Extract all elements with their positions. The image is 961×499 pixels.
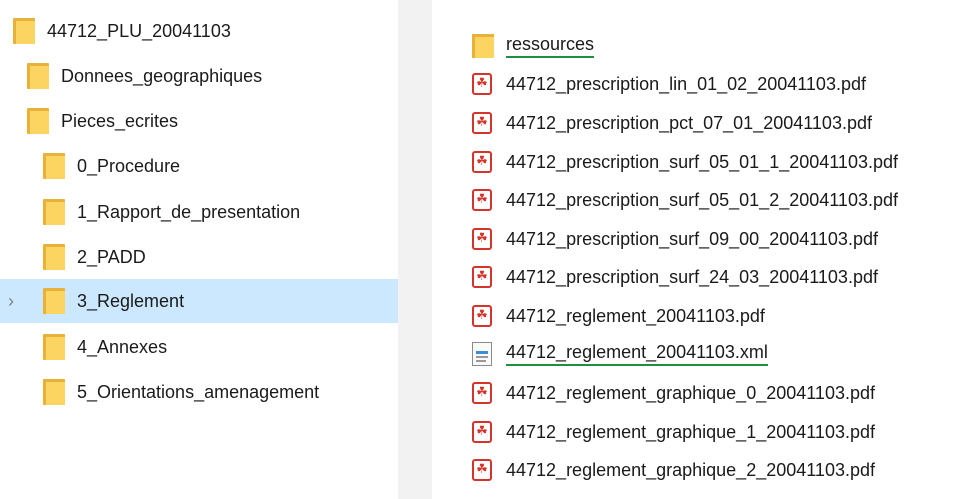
tree-item-0-procedure[interactable]: 0_Procedure	[0, 144, 441, 188]
xml-file-icon	[472, 342, 492, 366]
file-name: 44712_prescription_surf_05_01_1_20041103…	[506, 151, 898, 172]
tree-item-4-annexes[interactable]: 4_Annexes	[0, 325, 441, 369]
tree-item-3-reglement[interactable]: › 3_Reglement	[0, 279, 441, 323]
file-name: 44712_prescription_surf_05_01_2_20041103…	[506, 189, 898, 210]
file-list: ressources ☘ 44712_prescription_lin_01_0…	[432, 0, 961, 499]
pdf-icon: ☘	[472, 189, 492, 211]
tree-item-2-padd[interactable]: 2_PADD	[0, 235, 441, 279]
tree-item-label: 0_Procedure	[77, 155, 181, 176]
tree-item-44712-plu[interactable]: 44712_PLU_20041103	[0, 9, 411, 53]
pdf-icon: ☘	[472, 421, 492, 443]
folder-icon	[43, 199, 65, 225]
file-name: 44712_prescription_surf_09_00_20041103.p…	[506, 228, 878, 249]
folder-icon	[43, 379, 65, 405]
file-name: 44712_reglement_20041103.xml	[506, 342, 768, 366]
tree-item-donnees-geographiques[interactable]: Donnees_geographiques	[0, 54, 425, 98]
list-item[interactable]: ☘ 44712_reglement_20041103.pdf	[472, 299, 765, 333]
chevron-right-icon[interactable]: ›	[8, 292, 22, 310]
pdf-icon: ☘	[472, 459, 492, 481]
tree-item-label: 3_Reglement	[77, 290, 185, 311]
pdf-icon: ☘	[472, 382, 492, 404]
tree-item-5-orientations-amenagement[interactable]: 5_Orientations_amenagement	[0, 370, 441, 414]
file-name: 44712_prescription_surf_24_03_20041103.p…	[506, 266, 878, 287]
list-item-ressources[interactable]: ressources	[472, 29, 595, 63]
folder-icon	[472, 34, 494, 58]
list-item[interactable]: ☘ 44712_prescription_surf_09_00_20041103…	[472, 222, 878, 256]
navigation-tree: 44712_PLU_20041103 Donnees_geographiques…	[0, 0, 441, 499]
folder-icon	[43, 288, 65, 314]
file-name: 44712_prescription_pct_07_01_20041103.pd…	[506, 112, 872, 133]
folder-icon	[43, 244, 65, 270]
tree-item-label: Pieces_ecrites	[61, 110, 179, 131]
pdf-icon: ☘	[472, 305, 492, 327]
file-name: ressources	[506, 34, 595, 58]
folder-icon	[27, 108, 49, 134]
list-item[interactable]: ☘ 44712_prescription_lin_01_02_20041103.…	[472, 67, 866, 101]
tree-item-label: Donnees_geographiques	[61, 65, 263, 86]
folder-icon	[43, 334, 65, 360]
tree-item-label: 44712_PLU_20041103	[47, 20, 231, 41]
folder-icon	[43, 153, 65, 179]
file-name: 44712_reglement_20041103.pdf	[506, 305, 765, 326]
list-item[interactable]: ☘ 44712_reglement_graphique_0_20041103.p…	[472, 376, 875, 410]
tree-item-pieces-ecrites[interactable]: Pieces_ecrites	[0, 99, 425, 143]
list-item[interactable]: ☘ 44712_prescription_surf_05_01_2_200411…	[472, 183, 898, 217]
list-item[interactable]: ☘ 44712_prescription_surf_24_03_20041103…	[472, 260, 878, 294]
folder-icon	[27, 63, 49, 89]
tree-item-label: 2_PADD	[77, 246, 146, 267]
pdf-icon: ☘	[472, 151, 492, 173]
pdf-icon: ☘	[472, 228, 492, 250]
pdf-icon: ☘	[472, 73, 492, 95]
tree-item-label: 4_Annexes	[77, 336, 168, 357]
tree-item-1-rapport-de-presentation[interactable]: 1_Rapport_de_presentation	[0, 190, 441, 234]
pane-divider[interactable]	[398, 0, 432, 499]
file-name: 44712_reglement_graphique_2_20041103.pdf	[506, 459, 875, 480]
pdf-icon: ☘	[472, 266, 492, 288]
pdf-icon: ☘	[472, 112, 492, 134]
list-item[interactable]: ☘ 44712_reglement_graphique_1_20041103.p…	[472, 415, 875, 449]
list-item-xml[interactable]: 44712_reglement_20041103.xml	[472, 337, 768, 371]
folder-icon	[13, 18, 35, 44]
file-name: 44712_reglement_graphique_1_20041103.pdf	[506, 421, 875, 442]
tree-item-label: 5_Orientations_amenagement	[77, 381, 320, 402]
tree-item-label: 1_Rapport_de_presentation	[77, 201, 301, 222]
list-item[interactable]: ☘ 44712_reglement_graphique_2_20041103.p…	[472, 453, 875, 487]
list-item[interactable]: ☘ 44712_prescription_surf_05_01_1_200411…	[472, 145, 898, 179]
file-name: 44712_reglement_graphique_0_20041103.pdf	[506, 382, 875, 403]
file-name: 44712_prescription_lin_01_02_20041103.pd…	[506, 73, 866, 94]
list-item[interactable]: ☘ 44712_prescription_pct_07_01_20041103.…	[472, 106, 872, 140]
